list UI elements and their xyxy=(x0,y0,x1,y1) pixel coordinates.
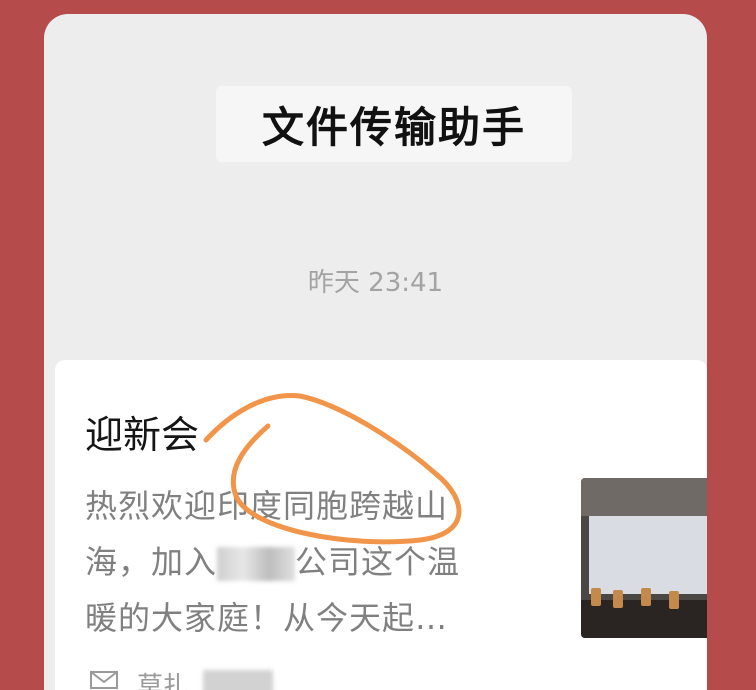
link-card-message[interactable]: 迎新会 热烈欢迎印度同胞跨越山 海，加入 公司这个温 暖的大家庭！从今天起… 莫扎 xyxy=(55,360,707,690)
mail-icon xyxy=(90,671,118,689)
redacted-source-name xyxy=(203,670,273,690)
thumbnail-item xyxy=(669,591,679,609)
card-description: 热烈欢迎印度同胞跨越山 海，加入 公司这个温 暖的大家庭！从今天起… xyxy=(85,478,530,646)
chat-header: 文件传输助手 xyxy=(216,86,572,162)
page-title: 文件传输助手 xyxy=(261,102,526,152)
card-source-label: 莫扎 xyxy=(137,672,190,690)
thumbnail-item xyxy=(613,590,623,608)
thumbnail-item xyxy=(641,588,651,606)
chat-window: 文件传输助手 昨天 23:41 迎新会 热烈欢迎印度同胞跨越山 海，加入 公司这个… xyxy=(44,14,707,690)
message-timestamp: 昨天 23:41 xyxy=(307,268,444,298)
card-description-line: 热烈欢迎印度同胞跨越山 xyxy=(85,487,449,525)
card-description-line: 暖的大家庭！从今天起… xyxy=(85,599,449,637)
thumbnail-ceiling xyxy=(581,478,707,516)
card-thumbnail xyxy=(581,478,707,638)
card-description-text: 公司这个温 xyxy=(295,543,461,581)
thumbnail-item xyxy=(591,588,601,606)
redacted-company-name xyxy=(217,547,296,581)
card-title: 迎新会 xyxy=(85,413,200,457)
card-description-text: 海，加入 xyxy=(85,543,218,581)
thumbnail-screen xyxy=(589,516,707,594)
card-description-line: 海，加入 公司这个温 xyxy=(85,534,530,590)
